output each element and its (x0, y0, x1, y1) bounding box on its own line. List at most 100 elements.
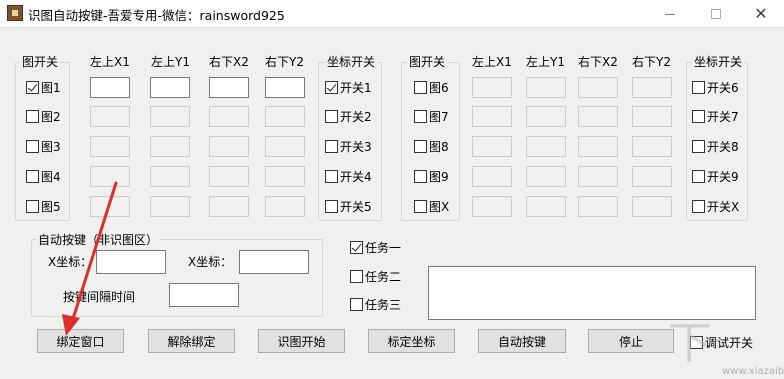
checkbox-box[interactable] (414, 199, 427, 213)
checkbox-box[interactable] (692, 169, 705, 183)
coord-input-disabled (578, 77, 618, 98)
interval-label: 按键间隔时间 (63, 290, 136, 304)
checkbox-box[interactable] (414, 109, 427, 123)
checkbox-box[interactable] (414, 169, 427, 183)
checkbox-label: 开关6 (707, 80, 739, 95)
coord-input-disabled (265, 106, 305, 127)
coord-switch-checkbox-7[interactable]: 开关7 (692, 108, 739, 124)
unbind-button[interactable]: 解除绑定 (148, 329, 235, 353)
column-header-x2: 右下X2 (209, 55, 249, 69)
coord-input-disabled (209, 106, 249, 127)
checkbox-box[interactable] (350, 269, 363, 283)
minimize-button[interactable] (647, 0, 693, 28)
image-checkbox-x[interactable]: 图X (414, 198, 449, 214)
close-button[interactable]: ✕ (738, 0, 784, 28)
checkbox-box[interactable] (26, 139, 39, 153)
watermark-url: www.xiazaiba.com (722, 366, 784, 377)
coord-input[interactable] (265, 77, 305, 98)
coord-input-disabled (472, 106, 512, 127)
title-bar: 识图自动按键-吾爱专用-微信：rainsword925 ✕ (0, 0, 784, 28)
checkbox-box[interactable] (414, 139, 427, 153)
image-checkbox-2[interactable]: 图2 (26, 108, 61, 124)
interval-input[interactable] (169, 283, 239, 307)
coord-input[interactable] (209, 77, 249, 98)
coord-input-disabled (526, 106, 566, 127)
watermark: 下 www.xiazaiba.com (664, 320, 784, 379)
checkbox-box[interactable] (414, 80, 427, 94)
start-recognize-button[interactable]: 识图开始 (258, 329, 345, 353)
maximize-button[interactable] (693, 0, 739, 28)
image-checkbox-9[interactable]: 图9 (414, 168, 449, 184)
image-checkbox-6[interactable]: 图6 (414, 79, 449, 95)
checkbox-box[interactable] (26, 169, 39, 183)
coord-input-disabled (526, 77, 566, 98)
image-switch-group-left-title: 图开关 (20, 53, 61, 70)
checkbox-box[interactable] (692, 199, 705, 213)
checkbox-label: 图8 (429, 139, 449, 154)
coord-switch-checkbox-2[interactable]: 开关2 (325, 108, 372, 124)
checkbox-box[interactable] (350, 297, 363, 311)
task-checkbox-3[interactable]: 任务三 (350, 296, 401, 312)
auto-key-x-input[interactable] (96, 250, 166, 274)
task-checkbox-1[interactable]: 任务一 (350, 239, 401, 255)
checkbox-box[interactable] (325, 139, 338, 153)
coord-input-disabled (150, 136, 190, 157)
coord-switch-checkbox-x[interactable]: 开关X (692, 198, 739, 214)
coord-switch-checkbox-3[interactable]: 开关3 (325, 138, 372, 154)
checkbox-label: 开关7 (707, 109, 739, 124)
coord-switch-checkbox-4[interactable]: 开关4 (325, 168, 372, 184)
coord-input-disabled (526, 136, 566, 157)
column-header-x1: 左上X1 (90, 55, 130, 69)
checkbox-box[interactable] (350, 240, 363, 254)
coord-switch-checkbox-8[interactable]: 开关8 (692, 138, 739, 154)
checkbox-label: 图X (429, 199, 450, 214)
coord-input-disabled (265, 166, 305, 187)
image-checkbox-3[interactable]: 图3 (26, 138, 61, 154)
coord-input-disabled (265, 196, 305, 217)
coord-switch-checkbox-6[interactable]: 开关6 (692, 79, 739, 95)
checkbox-label: 图6 (429, 80, 449, 95)
coord-switch-checkbox-9[interactable]: 开关9 (692, 168, 739, 184)
coord-input[interactable] (90, 77, 130, 98)
checkbox-box[interactable] (325, 199, 338, 213)
coord-input-disabled (578, 106, 618, 127)
coord-input[interactable] (150, 77, 190, 98)
image-checkbox-7[interactable]: 图7 (414, 108, 449, 124)
checkbox-box[interactable] (325, 109, 338, 123)
coord-switch-group-right-title: 坐标开关 (692, 53, 745, 70)
image-switch-group-right-title: 图开关 (407, 53, 448, 70)
coord-input-disabled (150, 196, 190, 217)
image-checkbox-1[interactable]: 图1 (26, 79, 61, 95)
checkbox-box[interactable] (692, 109, 705, 123)
image-checkbox-5[interactable]: 图5 (26, 198, 61, 214)
auto-key-y-input[interactable] (239, 250, 309, 274)
checkbox-box[interactable] (325, 169, 338, 183)
checkbox-box[interactable] (325, 80, 338, 94)
checkbox-label: 开关3 (340, 139, 372, 154)
coord-input-disabled (632, 196, 672, 217)
coord-input-disabled (526, 196, 566, 217)
checkbox-box[interactable] (26, 109, 39, 123)
log-textarea[interactable] (428, 266, 756, 320)
task-checkbox-2[interactable]: 任务二 (350, 268, 401, 284)
stop-button[interactable]: 停止 (588, 329, 674, 353)
checkbox-box[interactable] (26, 80, 39, 94)
coord-switch-checkbox-5[interactable]: 开关5 (325, 198, 372, 214)
checkbox-box[interactable] (692, 139, 705, 153)
checkbox-label: 图4 (41, 169, 61, 184)
auto-press-button[interactable]: 自动按键 (478, 329, 566, 353)
column-header-y1: 左上Y1 (526, 55, 565, 69)
image-checkbox-8[interactable]: 图8 (414, 138, 449, 154)
minimize-icon (665, 13, 675, 15)
coord-switch-checkbox-1[interactable]: 开关1 (325, 79, 372, 95)
checkbox-label: 开关2 (340, 109, 372, 124)
checkbox-box[interactable] (26, 199, 39, 213)
coord-input-disabled (90, 106, 130, 127)
watermark-logo-icon: 下 (668, 318, 712, 369)
calibrate-button[interactable]: 标定坐标 (368, 329, 455, 353)
image-checkbox-4[interactable]: 图4 (26, 168, 61, 184)
bind-window-button[interactable]: 绑定窗口 (37, 329, 124, 353)
checkbox-label: 图2 (41, 109, 61, 124)
coord-input-disabled (632, 136, 672, 157)
checkbox-box[interactable] (692, 80, 705, 94)
